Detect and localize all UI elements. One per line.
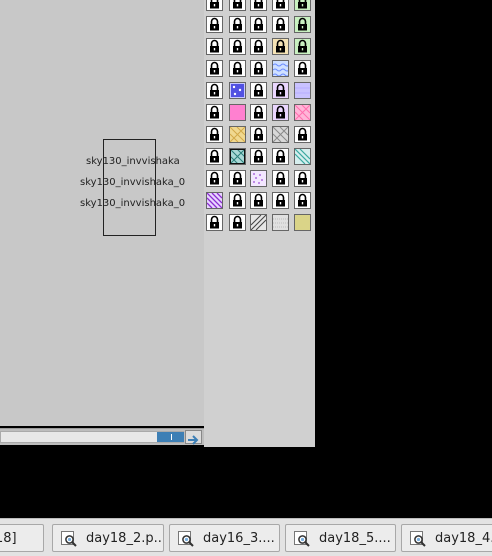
layer-lock-icon[interactable] <box>250 148 267 165</box>
taskbar-button[interactable]: day18_2.p... <box>52 524 164 552</box>
layer-lock-icon[interactable] <box>272 104 289 121</box>
layer-lock-icon[interactable] <box>272 82 289 99</box>
layer-lock-icon[interactable] <box>272 170 289 187</box>
layer-lock-icon[interactable] <box>294 126 311 143</box>
layer-pattern-swatch[interactable] <box>294 82 311 99</box>
taskbar-button[interactable]: day16_3.... <box>169 524 280 552</box>
layer-lock-icon[interactable] <box>294 16 311 33</box>
layer-lock-icon[interactable] <box>229 60 246 77</box>
layer-pattern-swatch[interactable] <box>229 148 246 165</box>
taskbar-button-label: day18_4.... <box>435 531 492 546</box>
layer-lock-icon[interactable] <box>206 82 223 99</box>
layer-lock-icon[interactable] <box>294 192 311 209</box>
layer-lock-icon[interactable] <box>206 170 223 187</box>
taskbar-button[interactable]: day18_4.... <box>401 524 492 552</box>
layer-lock-icon[interactable] <box>229 214 246 231</box>
layer-lock-icon[interactable] <box>206 104 223 121</box>
taskbar-button-label: 18] <box>0 531 17 546</box>
layer-lock-icon[interactable] <box>272 0 289 11</box>
taskbar-button[interactable]: day18_5.... <box>285 524 396 552</box>
taskbar-button-label: day18_5.... <box>319 531 391 546</box>
layer-lock-icon[interactable] <box>272 38 289 55</box>
layer-lock-icon[interactable] <box>294 60 311 77</box>
layout-canvas[interactable]: sky130_invvishaka sky130_invvishaka_0 sk… <box>0 0 204 426</box>
layer-pattern-swatch[interactable] <box>206 192 223 209</box>
layer-pattern-swatch[interactable] <box>229 82 246 99</box>
layer-pattern-swatch[interactable] <box>272 126 289 143</box>
layer-lock-icon[interactable] <box>229 170 246 187</box>
layer-pattern-swatch[interactable] <box>229 104 246 121</box>
layer-lock-icon[interactable] <box>294 170 311 187</box>
cell-instance-label: sky130_invvishaka_0 <box>80 177 186 188</box>
image-viewer-icon <box>177 530 195 548</box>
image-viewer-icon <box>60 530 78 548</box>
layer-lock-icon[interactable] <box>229 38 246 55</box>
layer-lock-icon[interactable] <box>250 126 267 143</box>
layer-lock-icon[interactable] <box>294 38 311 55</box>
layer-palette <box>204 0 315 447</box>
layer-pattern-swatch[interactable] <box>294 148 311 165</box>
layer-pattern-swatch[interactable] <box>250 214 267 231</box>
layer-lock-icon[interactable] <box>250 38 267 55</box>
scrollbar-track[interactable] <box>0 431 184 443</box>
taskbar-button-label: day16_3.... <box>203 531 275 546</box>
layer-pattern-swatch[interactable] <box>229 126 246 143</box>
layer-lock-icon[interactable] <box>250 104 267 121</box>
layer-lock-icon[interactable] <box>272 192 289 209</box>
layer-lock-icon[interactable] <box>272 148 289 165</box>
layer-lock-icon[interactable] <box>229 0 246 11</box>
layer-lock-icon[interactable] <box>206 0 223 11</box>
cell-instance-label: sky130_invvishaka_0 <box>80 198 186 209</box>
layer-lock-icon[interactable] <box>229 192 246 209</box>
layer-lock-icon[interactable] <box>229 16 246 33</box>
taskbar: 18] day18_2.p... day16_3.... day18_5....… <box>0 518 492 556</box>
layer-pattern-swatch[interactable] <box>250 170 267 187</box>
layer-lock-icon[interactable] <box>250 16 267 33</box>
layer-lock-icon[interactable] <box>206 214 223 231</box>
layer-pattern-swatch[interactable] <box>272 214 289 231</box>
layer-pattern-swatch[interactable] <box>272 60 289 77</box>
layer-lock-icon[interactable] <box>206 16 223 33</box>
layer-lock-icon[interactable] <box>250 0 267 11</box>
layer-lock-icon[interactable] <box>206 126 223 143</box>
image-viewer-icon <box>409 530 427 548</box>
image-viewer-icon <box>293 530 311 548</box>
layer-lock-icon[interactable] <box>206 38 223 55</box>
layer-lock-icon[interactable] <box>250 82 267 99</box>
layer-lock-icon[interactable] <box>206 60 223 77</box>
layer-lock-icon[interactable] <box>206 148 223 165</box>
layer-lock-icon[interactable] <box>250 60 267 77</box>
taskbar-button-label: day18_2.p... <box>86 531 164 546</box>
layer-lock-icon[interactable] <box>294 0 311 11</box>
horizontal-scrollbar[interactable] <box>0 428 204 445</box>
layer-lock-icon[interactable] <box>250 192 267 209</box>
cell-label: sky130_invvishaka <box>86 156 180 167</box>
scroll-right-arrow-icon[interactable] <box>185 430 202 445</box>
layer-pattern-swatch[interactable] <box>294 214 311 231</box>
layer-lock-icon[interactable] <box>272 16 289 33</box>
scrollbar-thumb[interactable] <box>157 432 184 442</box>
layer-pattern-swatch[interactable] <box>294 104 311 121</box>
taskbar-button[interactable]: 18] <box>0 524 44 552</box>
